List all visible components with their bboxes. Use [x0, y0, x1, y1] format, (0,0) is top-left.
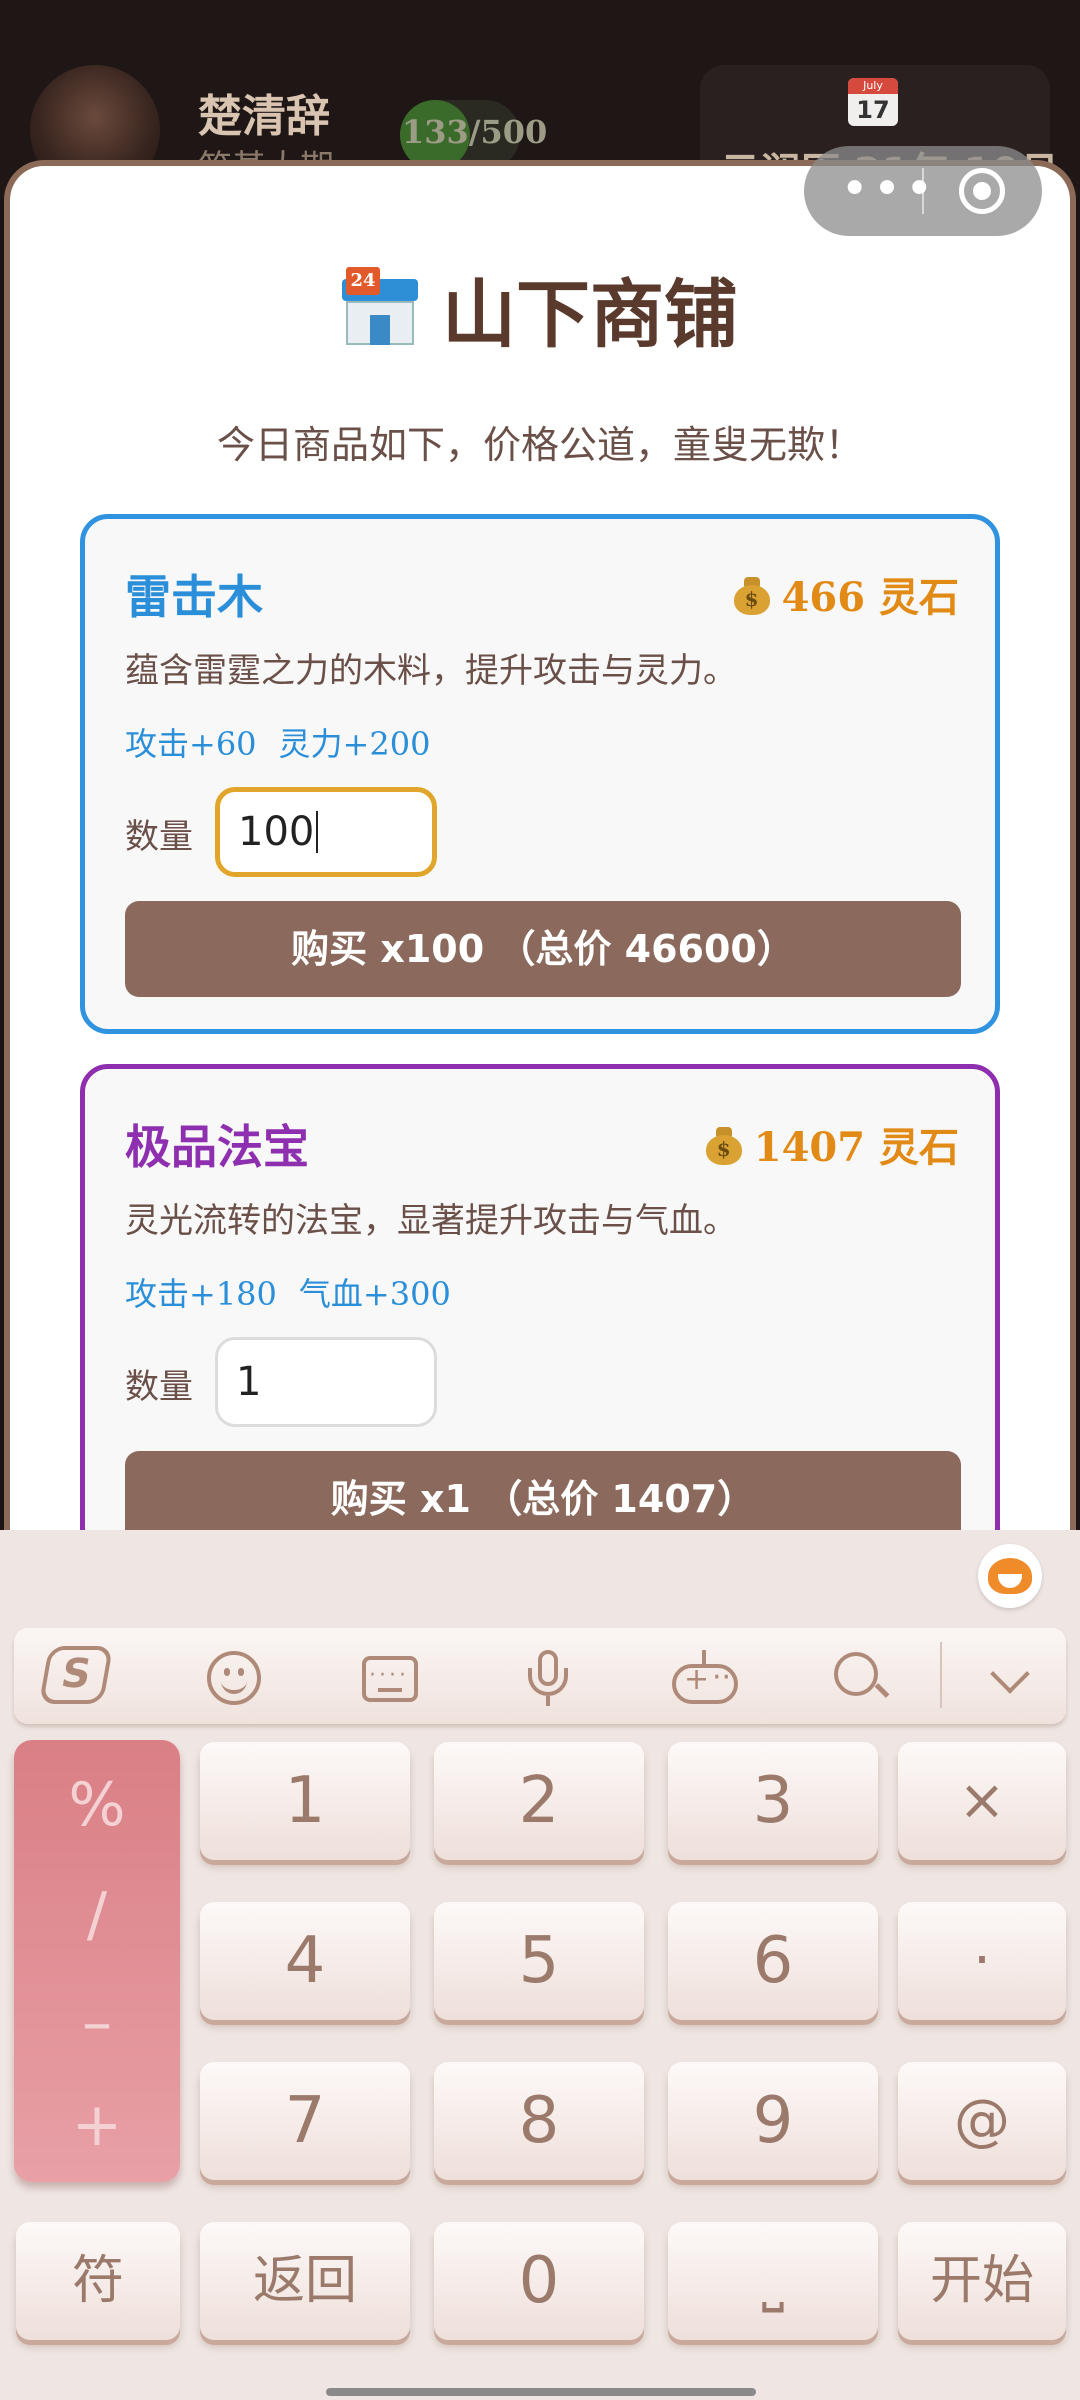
mini-program-capsule: ••• — [804, 146, 1042, 236]
dot-key[interactable]: · — [898, 1902, 1066, 2020]
sogou-icon[interactable]: S — [36, 1640, 116, 1710]
percent-key[interactable]: % — [14, 1770, 180, 1840]
item-stats: 攻击+180 气血+300 — [125, 1269, 473, 1315]
item-stat: 气血+300 — [298, 1275, 451, 1313]
key-8[interactable]: 8 — [434, 2062, 644, 2180]
item-stats: 攻击+60 灵力+200 — [125, 719, 452, 765]
item-description: 蕴含雷霆之力的木料，提升攻击与灵力。 — [125, 651, 737, 691]
item-card: 雷击木 $466 灵石 蕴含雷霆之力的木料，提升攻击与灵力。 攻击+60 灵力+2… — [80, 514, 1000, 1034]
item-name: 极品法宝 — [125, 1120, 309, 1174]
more-icon[interactable]: ••• — [834, 146, 944, 236]
shop-title: 24 山下商铺 — [0, 255, 1080, 362]
multiply-key[interactable]: × — [898, 1742, 1066, 1860]
return-key[interactable]: 返回 — [200, 2222, 410, 2340]
money-bag-icon: $ — [732, 575, 772, 615]
plus-key[interactable]: + — [14, 2090, 180, 2160]
calendar-day: 17 — [856, 96, 890, 124]
convenience-store-icon: 24 — [342, 266, 418, 347]
item-price-text: 1407 灵石 — [753, 1124, 959, 1171]
start-key[interactable]: 开始 — [898, 2222, 1066, 2340]
item-name: 雷击木 — [125, 570, 263, 624]
quantity-label: 数量 — [125, 1367, 193, 1407]
player-name: 楚清辞 — [198, 91, 330, 142]
gamepad-icon[interactable] — [672, 1648, 738, 1708]
item-price: $1407 灵石 — [704, 1115, 959, 1173]
chevron-down-icon[interactable] — [980, 1648, 1040, 1708]
microphone-icon[interactable] — [518, 1648, 578, 1708]
item-price: $466 灵石 — [732, 565, 959, 623]
item-price-text: 466 灵石 — [781, 574, 959, 621]
capsule-divider — [922, 168, 924, 214]
key-9[interactable]: 9 — [668, 2062, 878, 2180]
mascot-icon[interactable] — [978, 1544, 1042, 1608]
text-cursor — [316, 811, 319, 853]
slash-key[interactable]: / — [14, 1880, 180, 1950]
item-stat: 灵力+200 — [278, 725, 431, 763]
close-target-icon[interactable] — [959, 168, 1005, 214]
item-stat: 攻击+180 — [125, 1275, 277, 1313]
key-0[interactable]: 0 — [434, 2222, 644, 2340]
home-indicator[interactable] — [326, 2388, 756, 2396]
shop-title-text: 山下商铺 — [442, 272, 738, 358]
item-stat: 攻击+60 — [125, 725, 257, 763]
quantity-value: 1 — [236, 1359, 262, 1405]
key-6[interactable]: 6 — [668, 1902, 878, 2020]
key-5[interactable]: 5 — [434, 1902, 644, 2020]
at-key[interactable]: @ — [898, 2062, 1066, 2180]
key-1[interactable]: 1 — [200, 1742, 410, 1860]
key-2[interactable]: 2 — [434, 1742, 644, 1860]
space-key[interactable]: ⎵ — [668, 2222, 878, 2340]
symbol-mode-key[interactable]: 符 — [16, 2222, 180, 2340]
item-description: 灵光流转的法宝，显著提升攻击与气血。 — [125, 1201, 737, 1241]
key-3[interactable]: 3 — [668, 1742, 878, 1860]
money-bag-icon: $ — [704, 1125, 744, 1165]
minus-key[interactable]: – — [14, 1988, 180, 2058]
calendar-icon: July 17 — [848, 78, 898, 126]
quantity-input[interactable]: 100 — [215, 787, 437, 877]
key-4[interactable]: 4 — [200, 1902, 410, 2020]
quantity-input[interactable]: 1 — [215, 1337, 437, 1427]
symbol-column[interactable]: % / – + — [14, 1740, 180, 2182]
shop-subtitle: 今日商品如下，价格公道，童叟无欺！ — [216, 423, 863, 467]
emoji-icon[interactable] — [204, 1648, 264, 1708]
key-7[interactable]: 7 — [200, 2062, 410, 2180]
buy-button[interactable]: 购买 x100 （总价 46600） — [125, 901, 961, 997]
toolbar-divider — [940, 1642, 942, 1708]
keyboard-icon[interactable] — [360, 1646, 420, 1708]
quantity-label: 数量 — [125, 817, 193, 857]
exp-text: 133/500 — [402, 113, 548, 151]
search-icon[interactable] — [830, 1648, 890, 1708]
calendar-month: July — [848, 78, 898, 94]
quantity-value: 100 — [238, 809, 315, 855]
